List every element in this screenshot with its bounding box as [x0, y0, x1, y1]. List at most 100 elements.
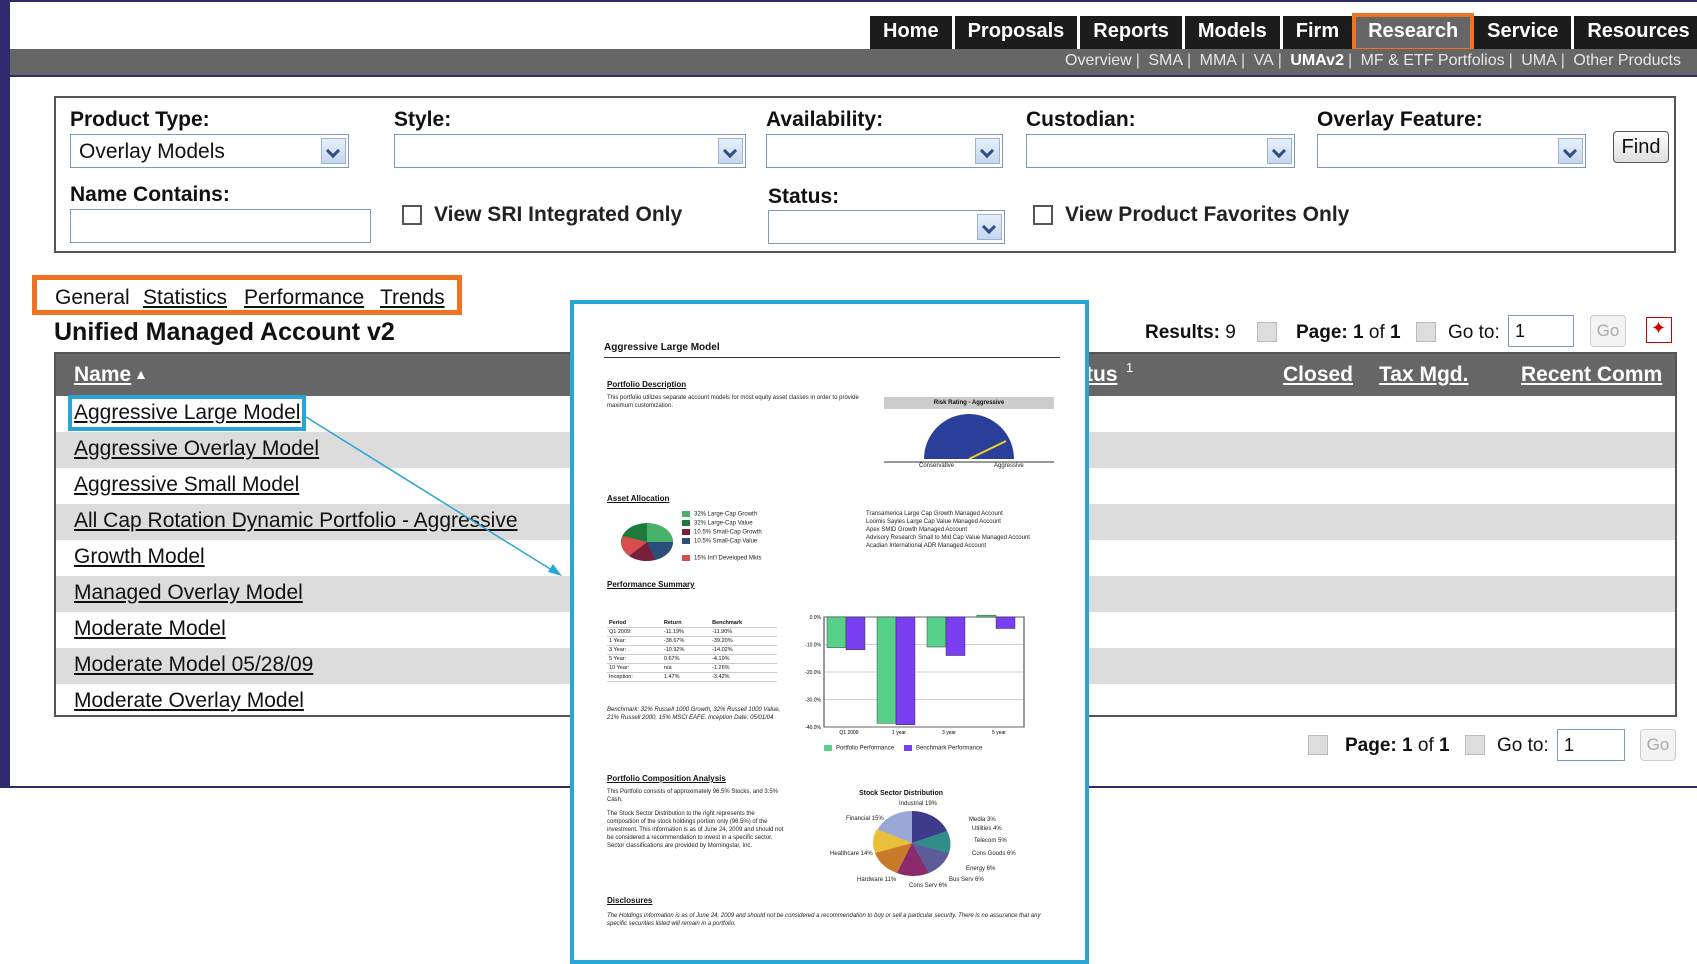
row-link[interactable]: Aggressive Large Model [67, 395, 307, 431]
bar-benchmark [895, 616, 916, 726]
bar-portfolio [826, 616, 847, 648]
status-footnote: 1 [1126, 360, 1134, 375]
tab-models[interactable]: Models [1184, 16, 1280, 49]
subnav-other-products[interactable]: Other Products [1573, 52, 1681, 69]
subnav-umav2[interactable]: UMAv2 [1290, 52, 1344, 69]
allocation-pie [621, 523, 673, 562]
pdf-icon[interactable] [1646, 317, 1672, 343]
prev-page-icon[interactable] [1257, 322, 1277, 342]
row-link[interactable]: Moderate Overlay Model [74, 689, 304, 713]
page-indicator: Page: 1 of 1 [1296, 322, 1401, 344]
table-row: Inception: 1.47% -3.42% [607, 672, 777, 682]
sri-checkbox[interactable] [402, 205, 422, 225]
y-tick-label: -20.0% [805, 670, 821, 676]
of-label: of [1417, 735, 1434, 756]
manager-name: Apex SMID Growth Managed Account [866, 527, 968, 533]
tab-resources[interactable]: Resources [1574, 16, 1697, 49]
product-type-select[interactable]: Overlay Models [70, 134, 349, 168]
divider [604, 357, 1060, 358]
manager-name: Transamerica Large Cap Growth Managed Ac… [866, 511, 1003, 517]
tab-proposals[interactable]: Proposals [954, 16, 1078, 49]
y-tick-label: -40.0% [805, 725, 821, 731]
tab-reports[interactable]: Reports [1080, 16, 1182, 49]
tab-research[interactable]: Research [1352, 13, 1475, 52]
portfolio-description-text: This portfolio utilizes separate account… [607, 395, 859, 409]
sector-pie [873, 811, 951, 876]
goto-input[interactable]: 1 [1508, 315, 1574, 347]
tab-service[interactable]: Service [1474, 16, 1572, 49]
perf-cell: 3 Year: [607, 645, 662, 655]
asset-allocation-heading: Asset Allocation [607, 494, 670, 503]
sort-asc-icon: ▲ [134, 366, 148, 382]
composition-heading: Portfolio Composition Analysis [607, 774, 726, 783]
availability-select[interactable] [766, 134, 1003, 168]
sector-label: Cons Goods 6% [972, 851, 1016, 857]
row-link[interactable]: Growth Model [74, 545, 205, 569]
top-nav: Home Proposals Reports Models Firm Resea… [870, 13, 1697, 52]
next-page-icon[interactable] [1416, 322, 1436, 342]
subnav-overview[interactable]: Overview [1065, 52, 1132, 69]
name-contains-input[interactable] [70, 209, 371, 243]
tab-trends[interactable]: Trends [380, 286, 445, 310]
col-status[interactable]: tus [1086, 363, 1118, 387]
bar-benchmark [995, 616, 1016, 629]
row-link[interactable]: Aggressive Overlay Model [74, 437, 319, 461]
col-tax-managed[interactable]: Tax Mgd. [1379, 363, 1468, 387]
risk-right-label: Aggressive [994, 463, 1024, 469]
chevron-down-icon [977, 214, 1002, 240]
perf-cell: Q1 2009: [607, 627, 662, 637]
overlay-feature-label: Overlay Feature: [1317, 108, 1483, 131]
tab-statistics[interactable]: Statistics [143, 286, 227, 310]
row-link[interactable]: Managed Overlay Model [74, 581, 303, 605]
row-link[interactable]: Moderate Model [74, 617, 226, 641]
chevron-down-icon [1558, 138, 1583, 164]
allocation-legend-item: 15% Int'l Developed Mkts [682, 555, 762, 562]
style-select[interactable] [394, 134, 746, 168]
tab-performance[interactable]: Performance [244, 286, 364, 310]
tab-firm[interactable]: Firm [1282, 16, 1353, 49]
style-label: Style: [394, 108, 452, 131]
goto-input[interactable]: 1 [1557, 729, 1625, 761]
sector-label: Bus Serv 6% [949, 877, 984, 883]
prev-page-icon[interactable] [1308, 735, 1328, 755]
legend-label: 10.5% Small-Cap Value [694, 538, 758, 545]
subnav-sma[interactable]: SMA [1148, 52, 1183, 69]
perf-cell: -14.02% [710, 645, 777, 655]
allocation-managers: Transamerica Large Cap Growth Managed Ac… [866, 510, 1056, 550]
col-closed[interactable]: Closed [1283, 363, 1353, 387]
perf-cell: -11.90% [710, 627, 777, 637]
disclosures-heading: Disclosures [607, 896, 653, 905]
status-select[interactable] [768, 210, 1005, 244]
chevron-down-icon [1267, 138, 1292, 164]
bar-benchmark [945, 616, 966, 656]
bar-portfolio [876, 616, 897, 724]
favorites-checkbox[interactable] [1033, 205, 1053, 225]
perf-cell: -4.19% [710, 654, 777, 664]
row-link[interactable]: Moderate Model 05/28/09 [74, 653, 313, 677]
sector-label: Industrial 19% [899, 801, 938, 807]
subnav-mma[interactable]: MMA [1200, 52, 1237, 69]
go-button[interactable]: Go [1590, 315, 1626, 347]
custodian-select[interactable] [1026, 134, 1295, 168]
perf-cell: -10.92% [661, 645, 711, 655]
chevron-down-icon [975, 138, 1000, 164]
perf-cell: 5 Year: [607, 654, 662, 664]
subnav-mf-etf[interactable]: MF & ETF Portfolios [1361, 52, 1505, 69]
subnav-uma[interactable]: UMA [1521, 52, 1557, 69]
bar-benchmark [845, 616, 866, 650]
go-button[interactable]: Go [1640, 729, 1676, 761]
next-page-icon[interactable] [1465, 735, 1485, 755]
sector-label: Healthcare 14% [830, 851, 873, 857]
disclosures-text: The Holdings information is as of June 2… [607, 913, 1041, 927]
benchmark-note: Benchmark: 32% Russell 1000 Growth, 32% … [607, 707, 781, 721]
row-link[interactable]: Aggressive Small Model [74, 473, 299, 497]
find-button[interactable]: Find [1613, 131, 1669, 163]
perf-header: Return [661, 619, 711, 628]
col-recent-comm[interactable]: Recent Comm [1521, 363, 1662, 387]
overlay-feature-select[interactable] [1317, 134, 1586, 168]
row-link[interactable]: All Cap Rotation Dynamic Portfolio - Agg… [74, 509, 518, 533]
tab-home[interactable]: Home [870, 16, 952, 49]
col-name[interactable]: Name [74, 363, 131, 387]
tab-general[interactable]: General [55, 286, 130, 310]
subnav-va[interactable]: VA [1254, 52, 1274, 69]
